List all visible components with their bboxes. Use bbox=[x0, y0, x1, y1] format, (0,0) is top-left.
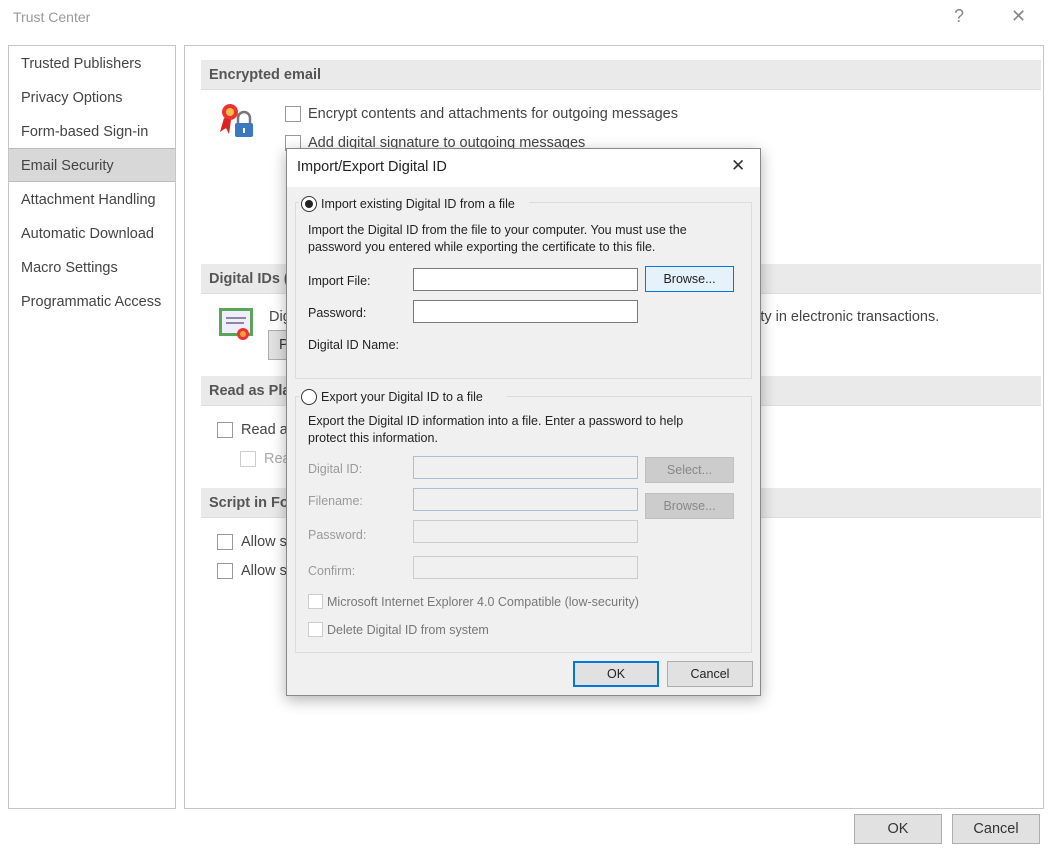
import-radio-label: Import existing Digital ID from a file bbox=[321, 197, 515, 211]
import-description: Import the Digital ID from the file to y… bbox=[308, 223, 687, 237]
digital-id-name-label: Digital ID Name: bbox=[308, 338, 399, 352]
allow-script-shared-checkbox[interactable] bbox=[217, 534, 233, 550]
sidebar-item-trusted-publishers[interactable]: Trusted Publishers bbox=[9, 47, 175, 81]
read-plain-label: Read a bbox=[241, 422, 288, 438]
delete-id-checkbox[interactable] bbox=[308, 622, 323, 637]
export-digital-id-label: Digital ID: bbox=[308, 462, 363, 476]
sidebar-item-email-security[interactable]: Email Security bbox=[9, 148, 175, 182]
sidebar-item-automatic-download[interactable]: Automatic Download bbox=[9, 217, 175, 251]
dialog-titlebar: Import/Export Digital ID ✕ bbox=[287, 149, 760, 187]
import-browse-button[interactable]: Browse... bbox=[645, 266, 734, 292]
export-confirm-input[interactable] bbox=[413, 556, 638, 579]
close-icon[interactable]: ✕ bbox=[1011, 6, 1026, 27]
sidebar-item-programmatic-access[interactable]: Programmatic Access bbox=[9, 285, 175, 319]
sidebar-item-macro-settings[interactable]: Macro Settings bbox=[9, 251, 175, 285]
export-radio-label: Export your Digital ID to a file bbox=[321, 390, 483, 404]
section-encrypted-email: Encrypted email bbox=[201, 60, 1041, 90]
dialog-title: Import/Export Digital ID bbox=[297, 159, 447, 175]
import-radio[interactable] bbox=[301, 196, 317, 212]
sidebar-item-attachment-handling[interactable]: Attachment Handling bbox=[9, 183, 175, 217]
dialog-close-icon[interactable]: ✕ bbox=[731, 156, 745, 176]
encrypt-checkbox[interactable] bbox=[285, 106, 301, 122]
export-radio[interactable] bbox=[301, 389, 317, 405]
certificate-icon bbox=[219, 308, 253, 340]
import-password-label: Password: bbox=[308, 306, 367, 320]
encrypt-label: Encrypt contents and attachments for out… bbox=[308, 106, 678, 122]
certificate-lock-icon bbox=[220, 104, 253, 137]
window-title: Trust Center bbox=[13, 9, 91, 25]
digital-ids-text-end: ntity in electronic transactions. bbox=[745, 309, 940, 325]
ie-compat-label: Microsoft Internet Explorer 4.0 Compatib… bbox=[327, 595, 639, 609]
sidebar-item-privacy-options[interactable]: Privacy Options bbox=[9, 81, 175, 115]
allow-script-shared-label: Allow s bbox=[241, 534, 287, 550]
delete-id-label: Delete Digital ID from system bbox=[327, 623, 489, 637]
import-description-2: password you entered while exporting the… bbox=[308, 240, 656, 254]
dialog-ok-button[interactable]: OK bbox=[573, 661, 659, 687]
read-signed-plain-checkbox[interactable] bbox=[240, 451, 256, 467]
import-export-dialog: Import/Export Digital ID ✕ Import existi… bbox=[286, 148, 761, 696]
export-description-2: protect this information. bbox=[308, 431, 438, 445]
sidebar-item-form-based-sign-in[interactable]: Form-based Sign-in bbox=[9, 115, 175, 149]
export-filename-input[interactable] bbox=[413, 488, 638, 511]
ok-button[interactable]: OK bbox=[854, 814, 942, 844]
export-digital-id-input[interactable] bbox=[413, 456, 638, 479]
dialog-cancel-button[interactable]: Cancel bbox=[667, 661, 753, 687]
export-filename-label: Filename: bbox=[308, 494, 363, 508]
sidebar: Trusted Publishers Privacy Options Form-… bbox=[8, 45, 176, 809]
export-description: Export the Digital ID information into a… bbox=[308, 414, 684, 428]
import-password-input[interactable] bbox=[413, 300, 638, 323]
export-confirm-label: Confirm: bbox=[308, 564, 356, 578]
read-plain-checkbox[interactable] bbox=[217, 422, 233, 438]
cancel-button[interactable]: Cancel bbox=[952, 814, 1040, 844]
import-file-input[interactable] bbox=[413, 268, 638, 291]
help-icon[interactable]: ? bbox=[954, 6, 964, 27]
select-button[interactable]: Select... bbox=[645, 457, 734, 483]
allow-script-public-checkbox[interactable] bbox=[217, 563, 233, 579]
export-password-label: Password: bbox=[308, 528, 367, 542]
import-file-label: Import File: bbox=[308, 274, 371, 288]
export-password-input[interactable] bbox=[413, 520, 638, 543]
allow-script-public-label: Allow s bbox=[241, 563, 287, 579]
ie-compat-checkbox[interactable] bbox=[308, 594, 323, 609]
export-browse-button[interactable]: Browse... bbox=[645, 493, 734, 519]
